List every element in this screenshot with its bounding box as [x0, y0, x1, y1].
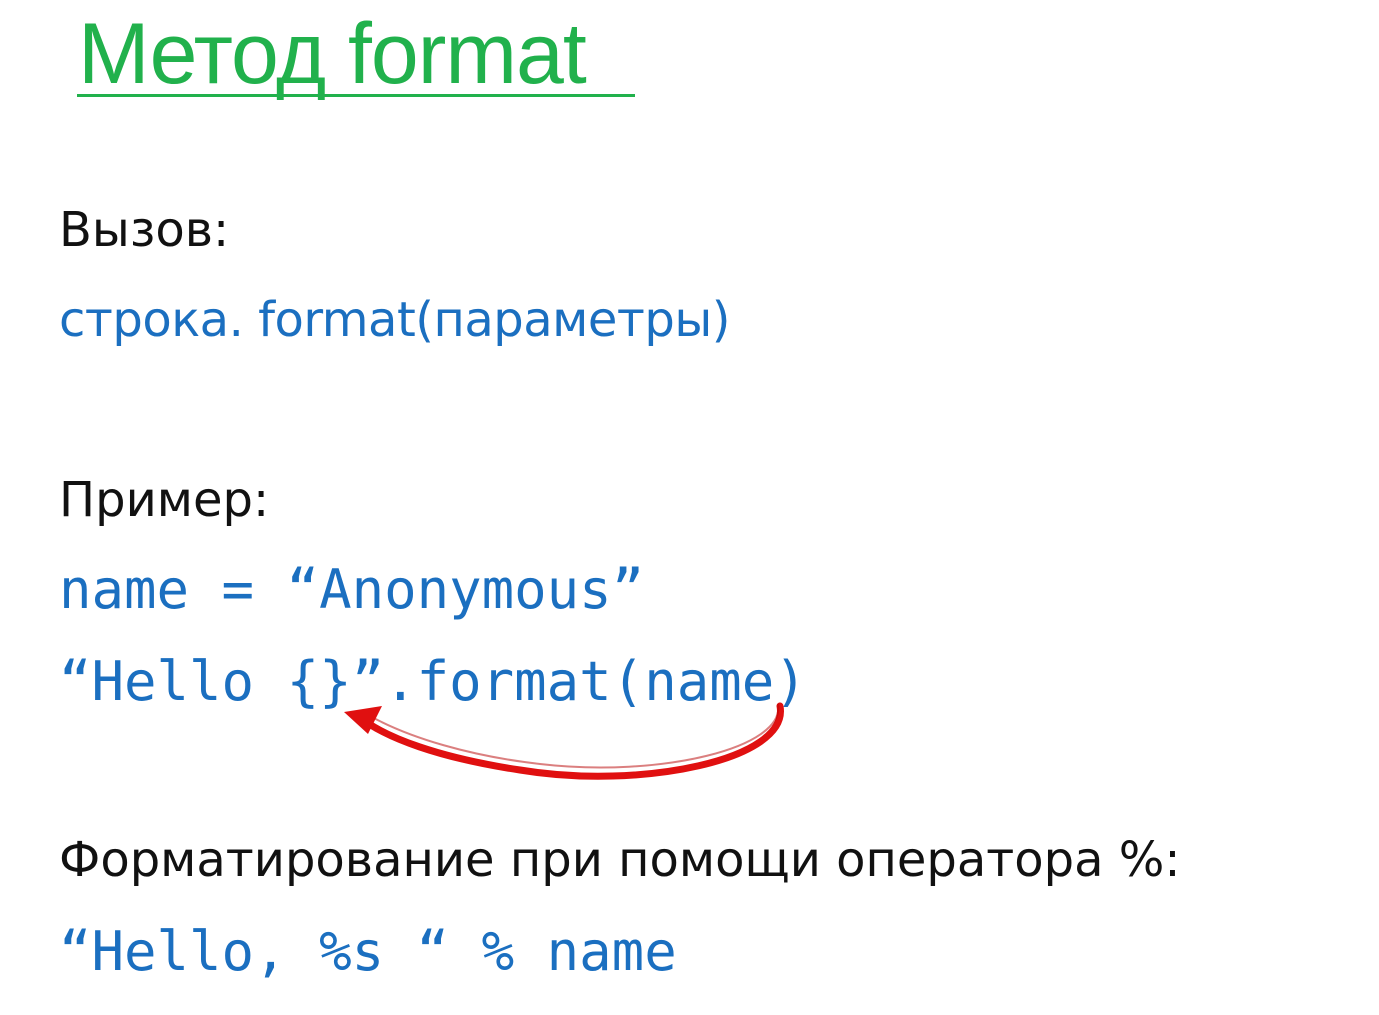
title-underline [77, 94, 635, 97]
slide-title: Метод format [78, 6, 587, 102]
percent-format-code: “Hello, %s “ % name [59, 920, 677, 983]
slide: Метод format Вызов: строка. format(парам… [0, 0, 1379, 1015]
call-label: Вызов: [59, 202, 230, 258]
call-syntax: строка. format(параметры) [59, 292, 730, 348]
example-code-line-2: “Hello {}”.format(name) [59, 650, 807, 713]
example-label: Пример: [59, 472, 270, 528]
example-code-line-1: name = “Anonymous” [59, 558, 645, 621]
percent-format-label: Форматирование при помощи оператора %: [59, 832, 1181, 888]
